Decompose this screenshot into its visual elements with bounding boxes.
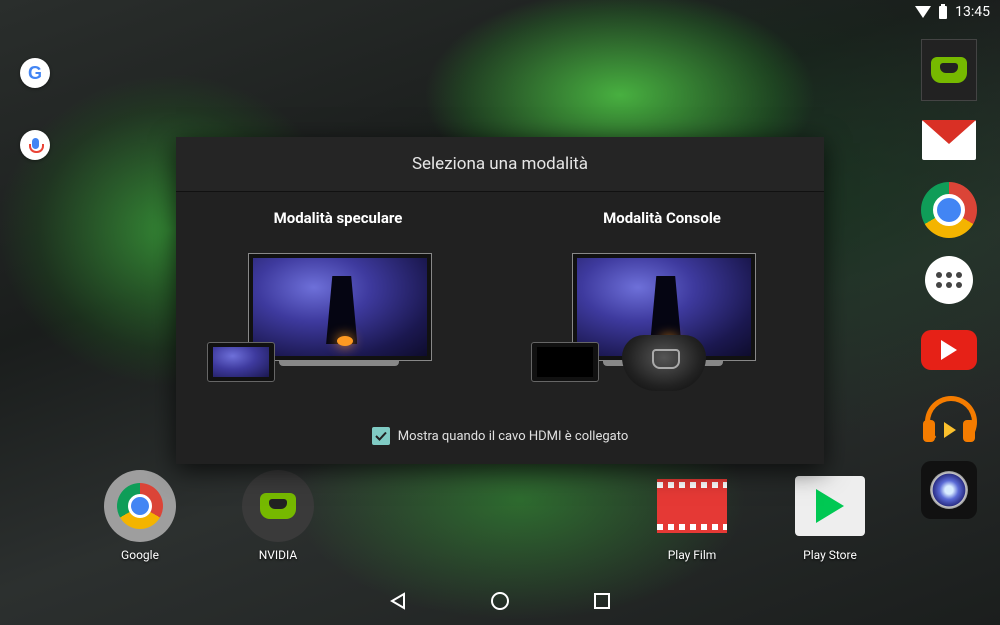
app-label: Google [121,548,159,562]
navigation-bar [0,577,1000,625]
back-button[interactable] [387,590,409,612]
console-mode-option[interactable]: Modalità Console [500,191,824,401]
wifi-icon [915,6,932,18]
controller-icon [622,335,706,391]
gmail-icon[interactable] [921,112,977,168]
chrome-icon[interactable] [921,182,977,238]
mirror-mode-option[interactable]: Modalità speculare [176,191,500,401]
tablet-illustration [207,342,275,382]
microphone-icon [28,137,44,153]
recents-button[interactable] [591,590,613,612]
app-google-folder[interactable]: Google [85,470,195,562]
mode-label: Modalità speculare [273,209,403,227]
hdmi-checkbox-row[interactable]: Mostra quando il cavo HDMI è collegato [176,427,824,445]
app-label: NVIDIA [258,548,298,562]
hdmi-checkbox[interactable] [371,427,390,445]
youtube-icon[interactable] [921,322,977,378]
dialog-title: Seleziona una modalità [176,137,824,192]
tv-illustration [248,253,432,361]
app-drawer-icon[interactable] [921,252,977,308]
camera-icon[interactable] [921,461,977,519]
chrome-folder-icon [104,470,176,542]
recents-icon [594,593,610,609]
tablet-illustration [531,342,599,382]
mode-select-dialog: Seleziona una modalità Modalità specular… [176,137,824,464]
mode-label: Modalità Console [603,209,721,227]
app-play-film[interactable]: Play Film [637,470,747,562]
play-music-icon[interactable] [921,392,977,448]
nvidia-shield-icon [242,470,314,542]
right-dock [919,39,979,532]
app-nvidia[interactable]: NVIDIA [223,470,333,562]
checkmark-icon [375,431,387,441]
nvidia-shield-hub-icon[interactable] [921,39,977,101]
back-icon [390,592,405,610]
app-label: Play Film [667,548,717,562]
play-movies-icon [657,479,727,533]
status-bar: 13:45 [0,0,1000,26]
app-label: Play Store [803,548,857,562]
play-store-icon [795,476,865,536]
hdmi-checkbox-label: Mostra quando il cavo HDMI è collegato [397,428,629,444]
home-icon [491,592,509,610]
voice-search-button[interactable] [20,130,50,160]
google-g-icon: G [27,62,42,83]
home-button[interactable] [489,590,511,612]
app-play-store[interactable]: Play Store [775,470,885,562]
google-search-button[interactable]: G [20,58,50,88]
status-time: 13:45 [955,4,990,20]
battery-icon [939,3,948,19]
